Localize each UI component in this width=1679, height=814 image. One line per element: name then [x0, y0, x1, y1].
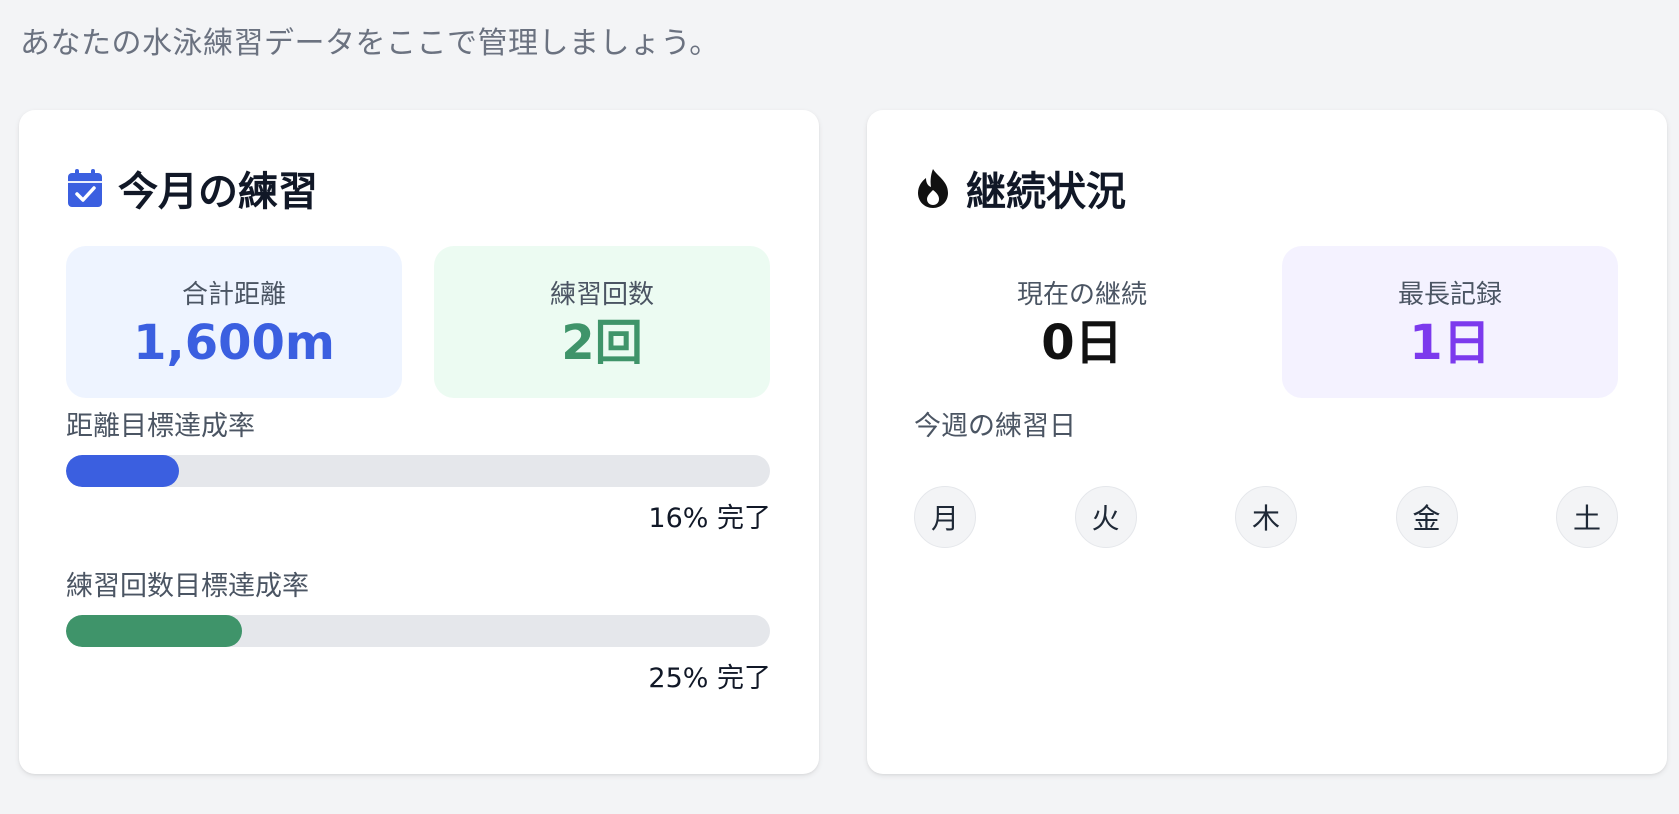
total-distance-label: 合計距離: [181, 280, 286, 311]
practice-count-label: 練習回数: [549, 280, 654, 311]
monthly-stats-row: 合計距離 1,600m 練習回数 2回: [66, 246, 770, 398]
day-badge-sat: 土: [1556, 486, 1618, 548]
current-streak-value: 0日: [1041, 315, 1123, 372]
monthly-practice-card: 今月の練習 合計距離 1,600m 練習回数 2回 距離目標達成率 16% 完了…: [19, 110, 819, 774]
monthly-card-header: 今月の練習: [66, 160, 318, 216]
count-goal-label: 練習回数目標達成率: [66, 571, 309, 602]
day-badge-tue: 火: [1074, 486, 1137, 548]
practice-count-box: 練習回数 2回: [434, 246, 770, 398]
streak-card-header: 継続状況: [914, 160, 1126, 216]
calendar-check-icon: [66, 167, 104, 209]
week-practice-label: 今週の練習日: [914, 411, 1076, 442]
monthly-card-title: 今月の練習: [118, 169, 318, 215]
week-days-row: 月 火 木 金 土: [914, 486, 1618, 550]
day-badge-mon: 月: [914, 486, 976, 548]
streak-card: 継続状況 現在の継続 0日 最長記録 1日 今週の練習日 月 火 木 金 土: [867, 110, 1667, 774]
distance-goal-progress-track: [66, 455, 770, 487]
intro-text: あなたの水泳練習データをここで管理しましょう。: [20, 26, 720, 61]
count-goal-progress-fill: [66, 615, 242, 647]
count-goal-progress-track: [66, 615, 770, 647]
distance-goal-progress-fill: [66, 455, 179, 487]
longest-streak-label: 最長記録: [1397, 280, 1502, 311]
distance-goal-caption: 16% 完了: [648, 503, 771, 534]
flame-icon: [914, 167, 952, 209]
day-badge-thu: 木: [1235, 486, 1297, 548]
longest-streak-value: 1日: [1409, 315, 1491, 372]
current-streak-label: 現在の継続: [1016, 280, 1147, 311]
total-distance-value: 1,600m: [133, 315, 335, 372]
streak-stats-row: 現在の継続 0日 最長記録 1日: [914, 246, 1618, 398]
longest-streak-box: 最長記録 1日: [1282, 246, 1618, 398]
current-streak-box: 現在の継続 0日: [914, 246, 1250, 398]
total-distance-box: 合計距離 1,600m: [66, 246, 402, 398]
distance-goal-label: 距離目標達成率: [66, 411, 255, 442]
count-goal-caption: 25% 完了: [648, 663, 771, 694]
practice-count-value: 2回: [561, 315, 643, 372]
day-badge-fri: 金: [1395, 486, 1458, 548]
streak-card-title: 継続状況: [966, 169, 1126, 215]
